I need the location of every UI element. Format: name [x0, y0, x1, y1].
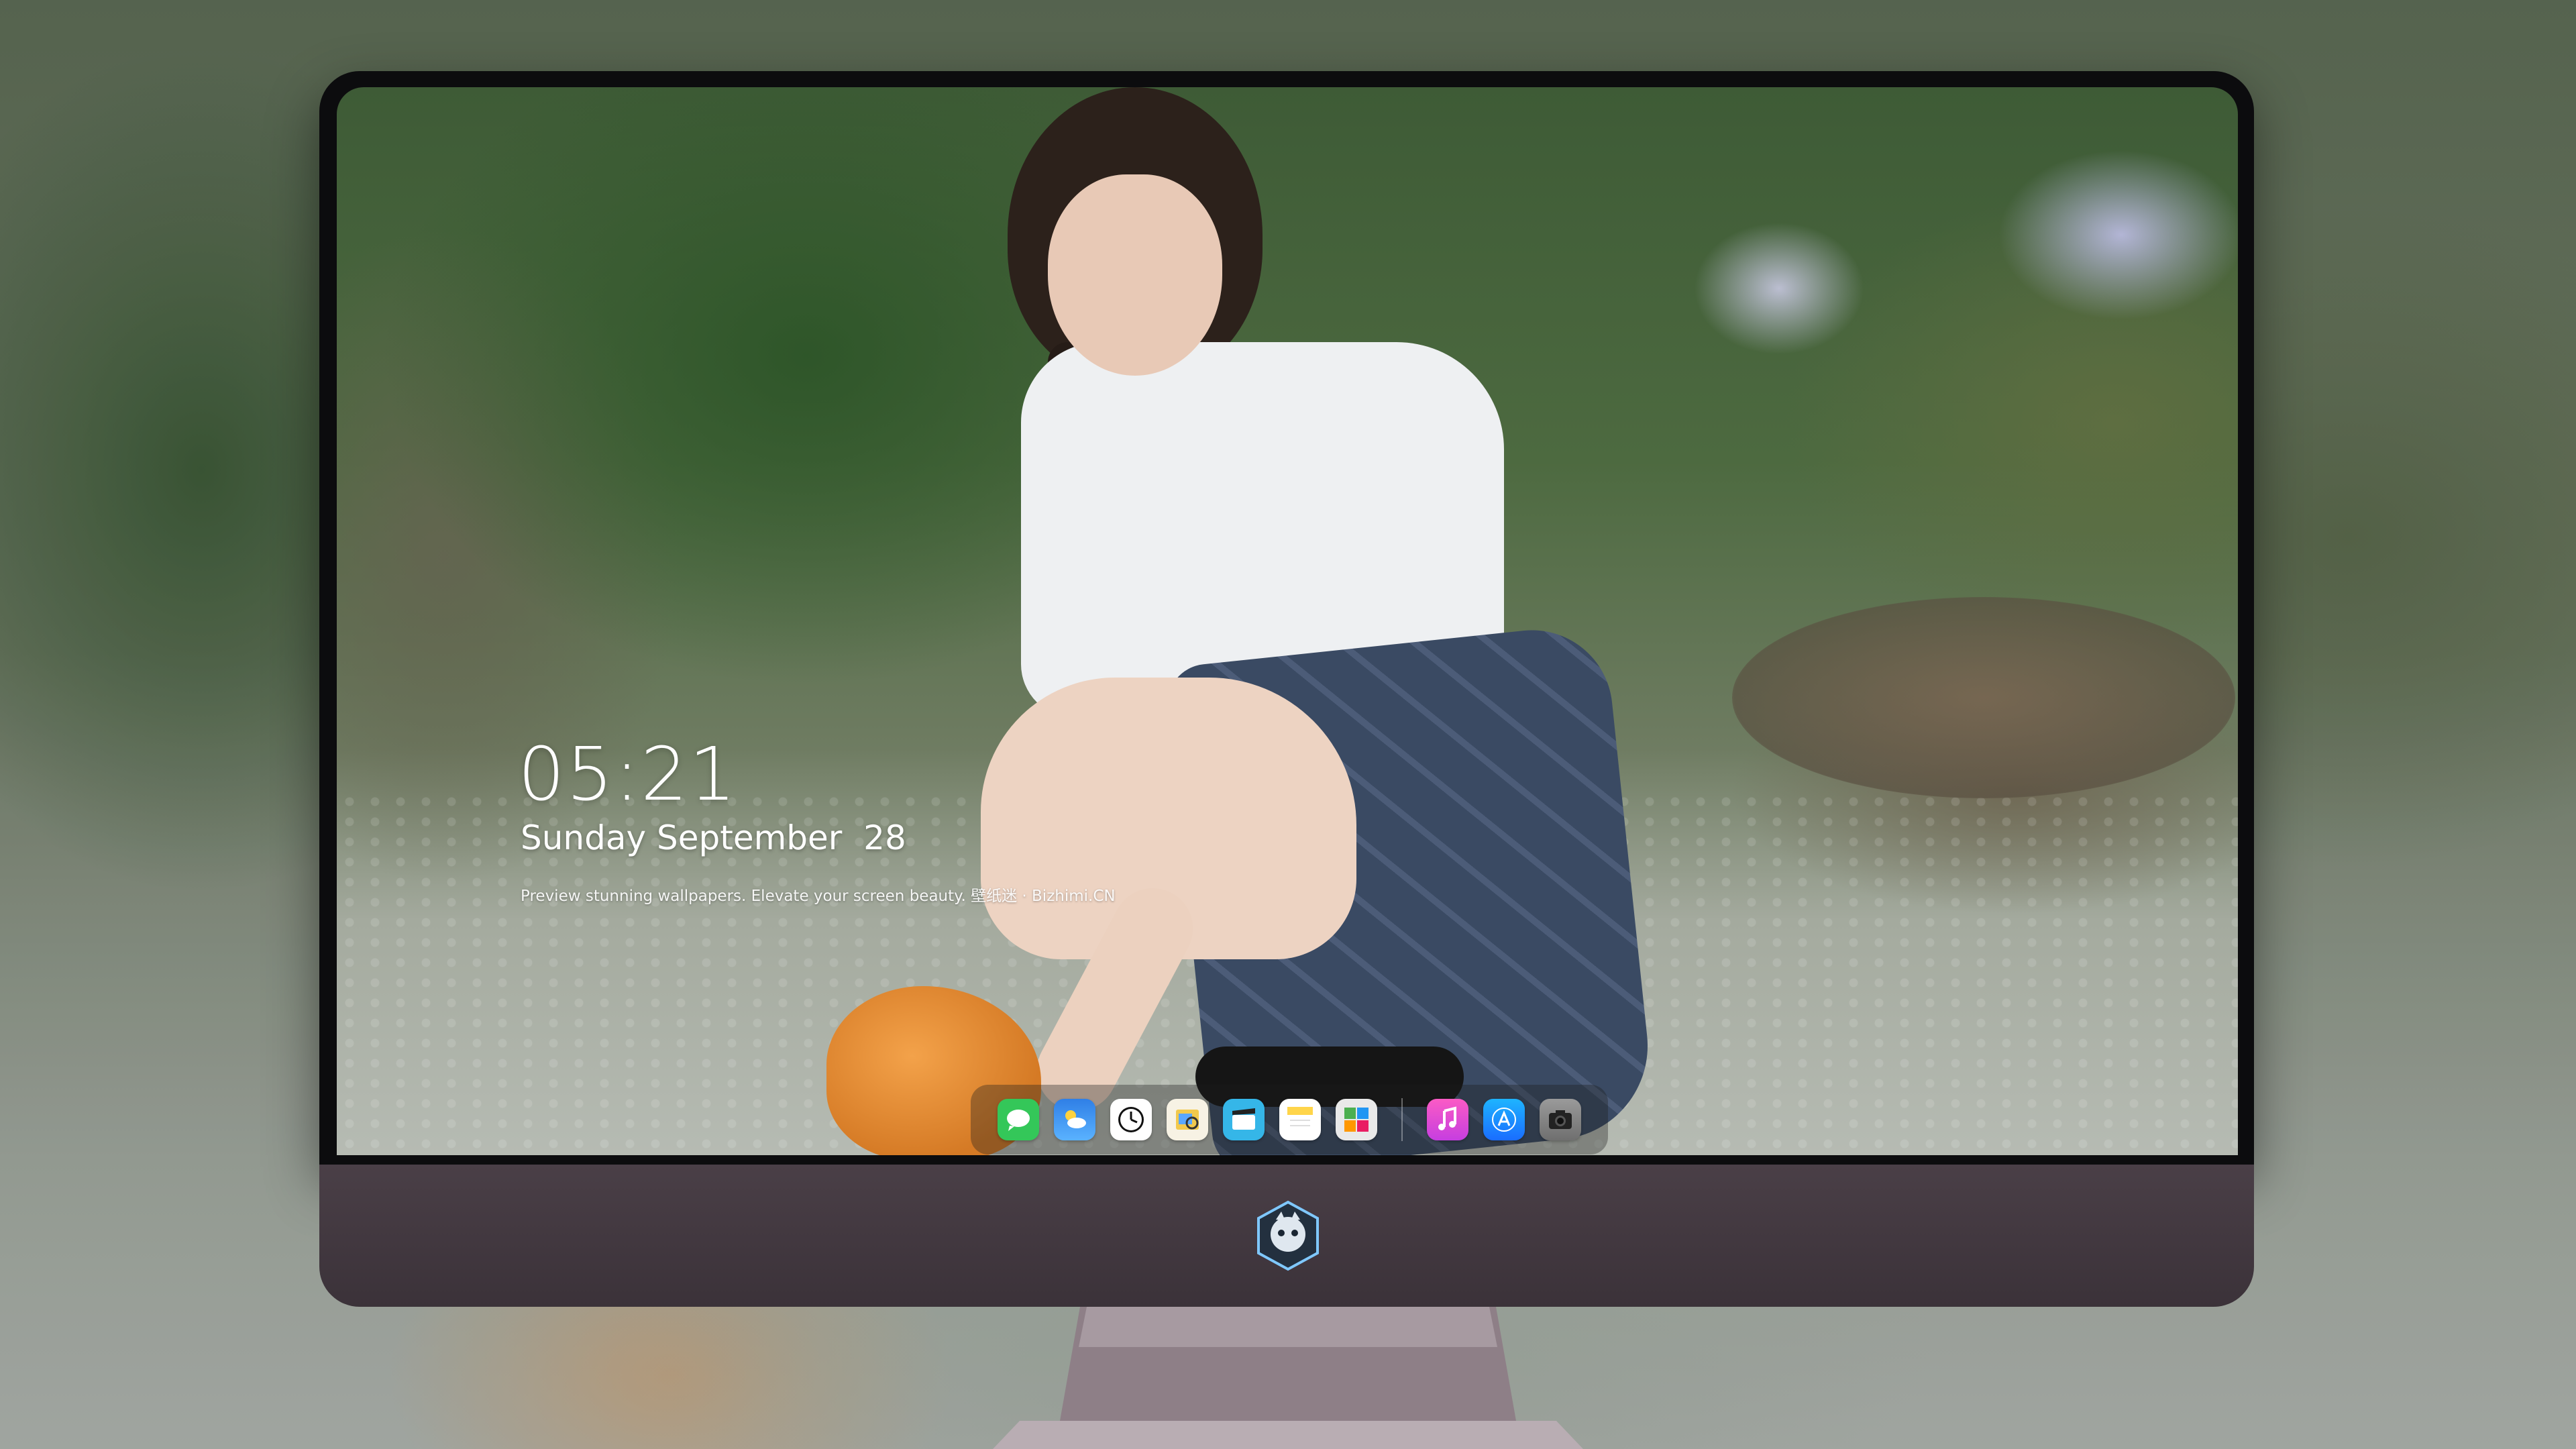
camera-icon[interactable] — [1540, 1099, 1581, 1140]
wallpaper-tagline: Preview stunning wallpapers. Elevate you… — [521, 888, 1116, 905]
preview-icon[interactable] — [1167, 1099, 1208, 1140]
clips-icon[interactable] — [1223, 1099, 1265, 1140]
weather-icon[interactable] — [1054, 1099, 1095, 1140]
brand-logo-icon — [1257, 1200, 1319, 1271]
lock-date: Sunday September 28 — [521, 818, 906, 857]
monitor-stand — [993, 1307, 1583, 1449]
photo-booth-icon[interactable] — [1336, 1099, 1377, 1140]
wallpaper-tabby-cat — [1732, 597, 2235, 798]
clock-icon[interactable] — [1110, 1099, 1152, 1140]
music-icon[interactable] — [1427, 1099, 1468, 1140]
wallpaper-figure-face — [1048, 174, 1222, 376]
messages-icon[interactable] — [998, 1099, 1039, 1140]
app-store-icon[interactable] — [1483, 1099, 1525, 1140]
dock-separator — [1401, 1098, 1403, 1141]
lock-screen[interactable]: 05:21 Sunday September 28 Preview stunni… — [337, 87, 2238, 1155]
dock — [971, 1085, 1608, 1155]
notes-icon[interactable] — [1279, 1099, 1321, 1140]
lock-clock: 05:21 — [518, 731, 738, 817]
